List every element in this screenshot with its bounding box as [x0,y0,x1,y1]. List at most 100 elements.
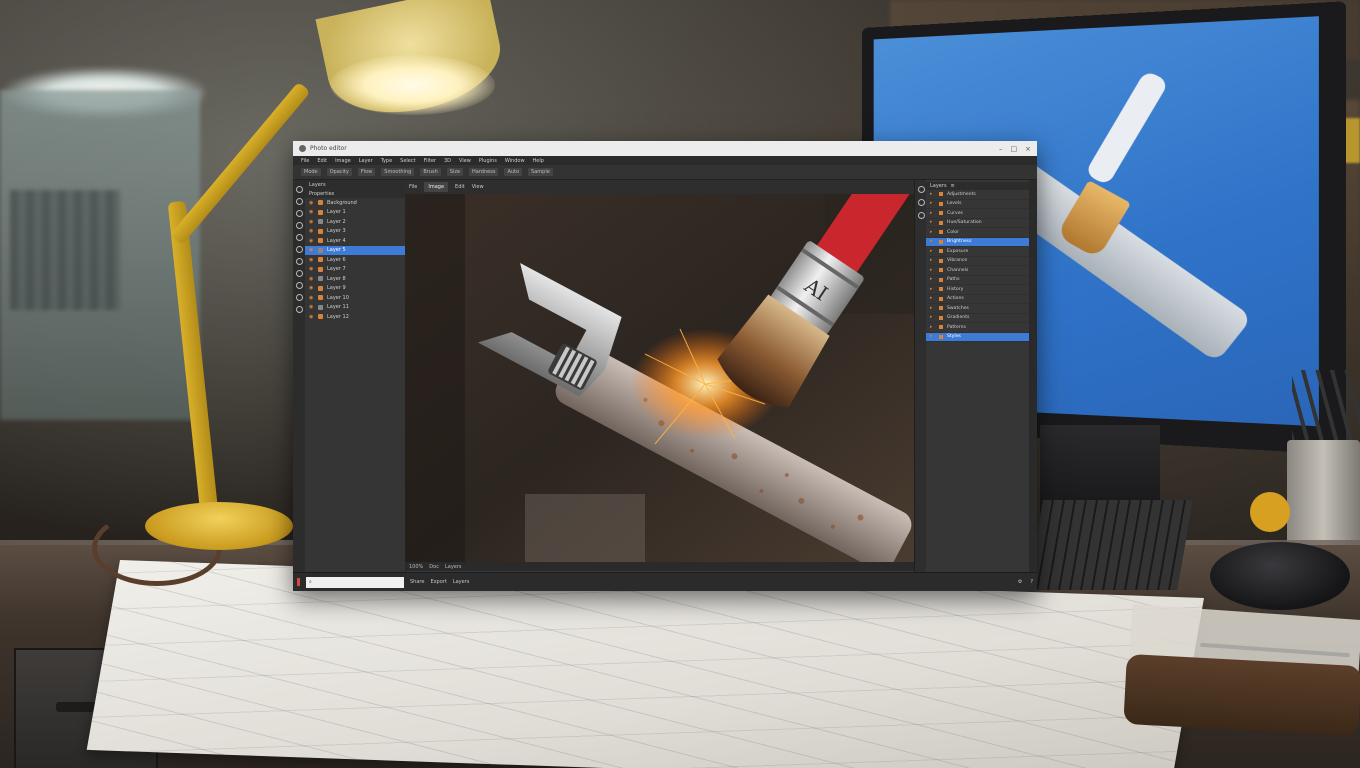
tab-edit[interactable]: Edit [455,184,465,190]
option-brush[interactable]: Brush [420,168,441,176]
layer-row[interactable]: ◉ Background [305,198,405,208]
help-icon[interactable]: ? [1030,579,1033,585]
expand-arrow-icon[interactable]: ▸ [930,325,935,330]
menu-item[interactable]: Filter [424,158,436,164]
adjustments-icon[interactable] [917,212,925,219]
expand-arrow-icon[interactable]: ▸ [930,249,935,254]
visibility-eye-icon[interactable]: ◉ [309,276,314,282]
layer-row[interactable]: ◉ Layer 6 [305,255,405,265]
visibility-eye-icon[interactable]: ◉ [309,266,314,272]
zoom-level[interactable]: 100% [409,564,423,570]
visibility-eye-icon[interactable]: ◉ [309,257,314,263]
menu-item[interactable]: Image [335,158,351,164]
search-input[interactable]: ⌕ [306,576,404,588]
text-tool-icon[interactable] [295,282,303,289]
visibility-eye-icon[interactable]: ◉ [309,228,314,234]
expand-arrow-icon[interactable]: ▸ [930,296,935,301]
export-button[interactable]: Export [430,579,446,585]
panel-row[interactable]: ▸ Styles [926,332,1029,342]
menu-item[interactable]: Select [400,158,415,164]
panel-row[interactable]: ▸ Exposure [926,247,1029,257]
expand-arrow-icon[interactable]: ▸ [930,220,935,225]
minimize-button[interactable]: – [999,145,1003,153]
layer-row[interactable]: ◉ Layer 2 [305,217,405,227]
menu-item[interactable]: 3D [444,158,451,164]
panel-row[interactable]: ▸ Brightness [926,237,1029,247]
expand-arrow-icon[interactable]: ▸ [930,268,935,273]
menu-item[interactable]: Edit [317,158,327,164]
lasso-tool-icon[interactable] [295,210,303,217]
expand-arrow-icon[interactable]: ▸ [930,192,935,197]
visibility-eye-icon[interactable]: ◉ [309,238,314,244]
layer-row[interactable]: ◉ Layer 8 [305,274,405,284]
expand-arrow-icon[interactable]: ▸ [930,258,935,263]
scrollbar[interactable] [1029,180,1037,573]
visibility-eye-icon[interactable]: ◉ [309,285,314,291]
panel-row[interactable]: ▸ Channels [926,266,1029,276]
expand-arrow-icon[interactable]: ▸ [930,306,935,311]
visibility-eye-icon[interactable]: ◉ [309,209,314,215]
menu-item[interactable]: View [459,158,471,164]
menu-item[interactable]: Help [533,158,544,164]
panel-row[interactable]: ▸ History [926,285,1029,295]
panel-menu-icon[interactable]: ≡ [951,183,955,189]
layer-row[interactable]: ◉ Layer 11 [305,303,405,313]
panel-row[interactable]: ▸ Color [926,228,1029,238]
gradient-tool-icon[interactable] [295,270,303,277]
brush-tool-icon[interactable] [295,246,303,253]
visibility-eye-icon[interactable]: ◉ [309,247,314,253]
option-size[interactable]: Size [446,168,464,176]
menu-item[interactable]: Plugins [479,158,497,164]
eyedropper-tool-icon[interactable] [295,234,303,241]
visibility-eye-icon[interactable]: ◉ [309,295,314,301]
panel-row[interactable]: ▸ Adjustments [926,190,1029,200]
tab-image[interactable]: Image [424,182,449,192]
option-sample[interactable]: Sample [528,168,553,176]
layer-row[interactable]: ◉ Layer 1 [305,208,405,218]
panel-row[interactable]: ▸ Patterns [926,323,1029,333]
menu-item[interactable]: File [301,158,309,164]
panel-row[interactable]: ▸ Swatches [926,304,1029,314]
option-opacity[interactable]: Opacity [326,168,352,176]
panel-row[interactable]: ▸ Curves [926,209,1029,219]
close-button[interactable]: × [1025,145,1031,153]
layer-row[interactable]: ◉ Layer 4 [305,236,405,246]
panel-row[interactable]: ▸ Hue/Saturation [926,219,1029,228]
history-icon[interactable] [917,186,925,193]
panel-row[interactable]: ▸ Vibrance [926,257,1029,266]
crop-tool-icon[interactable] [295,222,303,229]
panel-row[interactable]: ▸ Gradients [926,314,1029,323]
expand-arrow-icon[interactable]: ▸ [930,201,935,206]
layer-row[interactable]: ◉ Layer 5 [305,245,405,255]
option-mode[interactable]: Mode [301,168,321,176]
option-smoothing[interactable]: Smoothing [381,168,415,176]
option-hardness[interactable]: Hardness [469,168,499,176]
panel-row[interactable]: ▸ Actions [926,295,1029,304]
eraser-tool-icon[interactable] [295,258,303,265]
marquee-tool-icon[interactable] [295,198,303,205]
expand-arrow-icon[interactable]: ▸ [930,334,935,339]
settings-icon[interactable]: ⚙ [1018,579,1022,585]
expand-arrow-icon[interactable]: ▸ [930,315,935,320]
tab-file[interactable]: File [409,184,417,190]
expand-arrow-icon[interactable]: ▸ [930,239,935,244]
maximize-button[interactable]: □ [1011,145,1018,153]
menu-item[interactable]: Type [381,158,392,164]
menu-item[interactable]: Window [505,158,525,164]
expand-arrow-icon[interactable]: ▸ [930,211,935,216]
layer-row[interactable]: ◉ Layer 10 [305,293,405,303]
panel-row[interactable]: ▸ Paths [926,276,1029,285]
expand-arrow-icon[interactable]: ▸ [930,287,935,292]
properties-icon[interactable] [917,199,925,206]
layer-row[interactable]: ◉ Layer 12 [305,312,405,322]
expand-arrow-icon[interactable]: ▸ [930,230,935,235]
option-flow[interactable]: Flow [357,168,376,176]
hand-tool-icon[interactable] [295,306,303,313]
visibility-eye-icon[interactable]: ◉ [309,219,314,225]
share-button[interactable]: Share [410,579,424,585]
visibility-eye-icon[interactable]: ◉ [309,304,314,310]
visibility-eye-icon[interactable]: ◉ [309,200,314,206]
panel-row[interactable]: ▸ Levels [926,200,1029,209]
option-auto[interactable]: Auto [504,168,523,176]
layer-row[interactable]: ◉ Layer 3 [305,227,405,237]
